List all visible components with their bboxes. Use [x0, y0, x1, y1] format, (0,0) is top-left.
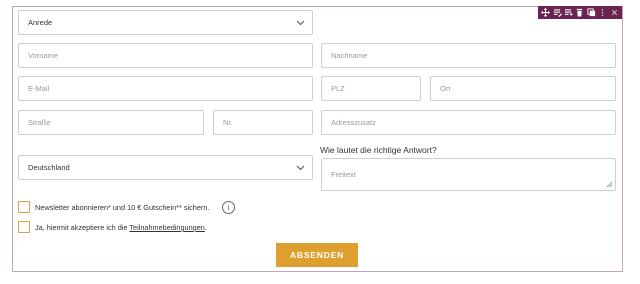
chevron-down-icon	[296, 165, 305, 171]
email-field[interactable]: E-Mail	[18, 76, 313, 101]
first-name-field[interactable]: Vorname	[18, 43, 313, 68]
info-icon[interactable]: i	[222, 201, 235, 214]
copy-icon[interactable]	[587, 8, 596, 18]
country-select[interactable]: Deutschland	[18, 155, 313, 180]
resize-handle-icon[interactable]	[606, 181, 613, 188]
move-icon[interactable]	[541, 8, 551, 18]
close-icon[interactable]	[610, 8, 619, 18]
more-icon[interactable]	[598, 8, 607, 18]
answer-placeholder: Freitext	[331, 170, 357, 179]
list-add-icon[interactable]	[564, 8, 573, 18]
street-placeholder: Straße	[28, 118, 51, 127]
terms-label-prefix: Ja, hiermit akzeptiere ich die	[35, 223, 130, 232]
address-extra-field[interactable]: Adresszusatz	[321, 110, 616, 135]
terms-link[interactable]: Teilnahmebedingungen	[129, 223, 204, 232]
last-name-field[interactable]: Nachname	[321, 43, 616, 68]
country-value: Deutschland	[28, 163, 70, 172]
email-placeholder: E-Mail	[28, 84, 50, 93]
city-placeholder: Ort	[440, 84, 451, 93]
terms-checkbox[interactable]	[18, 221, 30, 233]
street-field[interactable]: Straße	[18, 110, 204, 135]
chevron-down-icon	[296, 20, 305, 26]
list-edit-icon[interactable]	[552, 8, 562, 18]
address-extra-placeholder: Adresszusatz	[331, 118, 377, 127]
newsletter-checkbox[interactable]	[18, 201, 30, 213]
salutation-select[interactable]: Anrede	[18, 10, 313, 35]
house-number-placeholder: Nr.	[223, 118, 233, 127]
trash-icon[interactable]	[575, 8, 584, 18]
submit-button[interactable]: ABSENDEN	[276, 243, 358, 267]
first-name-placeholder: Vorname	[28, 51, 59, 60]
question-label: Wie lautet die richtige Antwort?	[320, 145, 437, 155]
city-field[interactable]: Ort	[430, 76, 616, 101]
last-name-placeholder: Nachname	[331, 51, 368, 60]
zip-placeholder: PLZ	[331, 84, 345, 93]
zip-field[interactable]: PLZ	[321, 76, 421, 101]
newsletter-label: Newsletter abonnieren* und 10 € Gutschei…	[35, 203, 210, 212]
terms-label-suffix: .	[204, 223, 207, 232]
house-number-field[interactable]: Nr.	[213, 110, 313, 135]
answer-textarea[interactable]: Freitext	[321, 158, 616, 191]
editor-toolbar	[538, 6, 622, 19]
terms-label: Ja, hiermit akzeptiere ich die Teilnahme…	[35, 223, 207, 232]
salutation-value: Anrede	[28, 18, 53, 27]
